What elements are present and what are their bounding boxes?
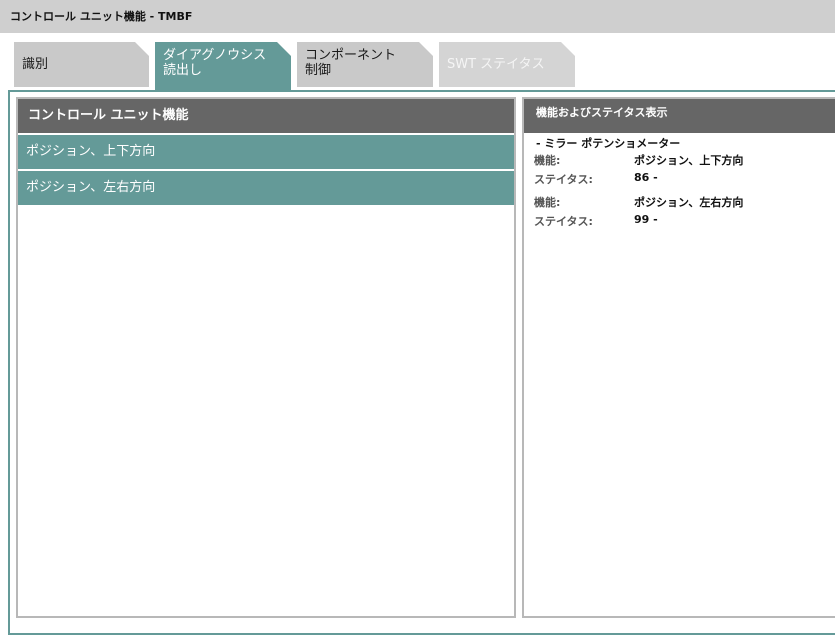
control-unit-function-panel: コントロール ユニット機能 ポジション、上下方向 ポジション、左右方向 (16, 97, 516, 618)
row-key: 機能: (534, 154, 561, 167)
tab-component-control-label: コンポーネント 制御 (305, 48, 397, 78)
tab-swt-status[interactable]: SWT ステイタス (439, 42, 575, 87)
tab-identification[interactable]: 識別 (14, 42, 149, 87)
row-value: 99 - (634, 213, 658, 226)
function-status-panel: 機能およびステイタス表示 - ミラー ポテンショメーター 機能: ポジション、上… (522, 97, 835, 618)
section-title: - ミラー ポテンショメーター (536, 137, 681, 150)
window-title: コントロール ユニット機能 - TMBF (0, 0, 835, 33)
control-unit-function-header: コントロール ユニット機能 (18, 99, 514, 133)
tab-identification-label: 識別 (22, 57, 49, 72)
row-value: ポジション、左右方向 (634, 196, 744, 209)
row-value: 86 - (634, 171, 658, 184)
tab-swt-status-label: SWT ステイタス (447, 57, 545, 72)
list-item[interactable]: ポジション、上下方向 (18, 135, 514, 169)
function-status-header: 機能およびステイタス表示 (524, 99, 835, 133)
tab-bar: 識別 ダイアグノウシス 読出し コンポーネント 制御 SWT ステイタス (0, 33, 835, 90)
tab-diagnosis-read-label: ダイアグノウシス 読出し (163, 48, 267, 78)
row-key: 機能: (534, 196, 561, 209)
list-item[interactable]: ポジション、左右方向 (18, 171, 514, 205)
row-value: ポジション、上下方向 (634, 154, 744, 167)
row-key: ステイタス: (534, 173, 593, 186)
tab-diagnosis-read[interactable]: ダイアグノウシス 読出し (155, 42, 291, 90)
tab-component-control[interactable]: コンポーネント 制御 (297, 42, 433, 87)
row-key: ステイタス: (534, 215, 593, 228)
